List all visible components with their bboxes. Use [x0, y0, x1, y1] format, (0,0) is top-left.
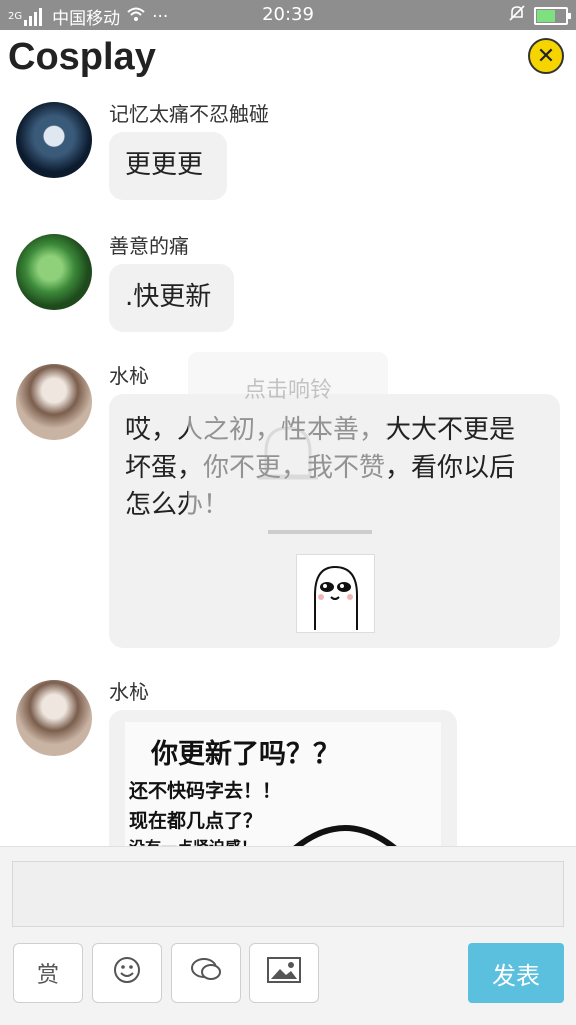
- comment-input[interactable]: [12, 861, 564, 927]
- image-icon: [267, 957, 301, 989]
- meme-image[interactable]: 你更新了吗？？ 还不快码字去！！ 现在都几点了？ 没有一点紧迫感！: [125, 722, 441, 846]
- bell-icon: [258, 426, 318, 480]
- comment-bubble: .快更新: [109, 264, 234, 332]
- page-title: Cosplay: [8, 36, 156, 78]
- page-header: Cosplay ✕: [0, 30, 576, 90]
- overlay-text: 点击响铃: [243, 378, 332, 403]
- meme-line-2: 还不快码字去！！: [129, 780, 282, 802]
- comment-username[interactable]: 记忆太痛不忍触碰: [109, 98, 269, 127]
- silent-bell-icon: [508, 4, 526, 27]
- meme-face-outline: [293, 825, 397, 846]
- sticker-image[interactable]: [296, 554, 375, 633]
- comment-username[interactable]: 善意的痛: [109, 230, 189, 259]
- bell-overlay[interactable]: 点击响铃: [188, 352, 388, 552]
- comment-list[interactable]: 记忆太痛不忍触碰 更更更 善意的痛 .快更新 水杺 哎，人之初，性本善，大大不更…: [0, 90, 576, 846]
- clock: 20:39: [262, 4, 314, 25]
- comment-text: .快更新: [125, 282, 212, 312]
- chat-bubble-icon: [189, 956, 223, 990]
- meme-line-4: 没有一点紧迫感！: [129, 834, 257, 846]
- comment-bubble: 你更新了吗？？ 还不快码字去！！ 现在都几点了？ 没有一点紧迫感！: [109, 710, 457, 846]
- avatar[interactable]: [16, 102, 92, 178]
- avatar[interactable]: [16, 364, 92, 440]
- image-button[interactable]: [249, 943, 319, 1003]
- status-bar: 2G 中国移动 ··· 20:39: [0, 0, 576, 30]
- close-button[interactable]: ✕: [528, 38, 564, 74]
- smiley-icon: [113, 956, 141, 990]
- close-icon: ✕: [536, 43, 556, 69]
- emoji-button[interactable]: [92, 943, 162, 1003]
- meme-line-3: 现在都几点了？: [129, 810, 263, 832]
- chat-button[interactable]: [171, 943, 241, 1003]
- avatar[interactable]: [16, 680, 92, 756]
- comment-bubble: 更更更: [109, 132, 227, 200]
- reward-label: 赏: [36, 963, 59, 988]
- comment-text: 更更更: [125, 150, 204, 180]
- battery-icon: [534, 6, 571, 25]
- comment-username[interactable]: 水杺: [109, 676, 149, 705]
- comment-composer: 赏 发表: [0, 846, 576, 1025]
- meme-line-1: 你更新了吗？？: [151, 739, 340, 770]
- overlay-progress: [268, 530, 372, 534]
- send-button[interactable]: 发表: [468, 943, 564, 1003]
- avatar[interactable]: [16, 234, 92, 310]
- reward-button[interactable]: 赏: [13, 943, 83, 1003]
- comment-username[interactable]: 水杺: [109, 360, 149, 389]
